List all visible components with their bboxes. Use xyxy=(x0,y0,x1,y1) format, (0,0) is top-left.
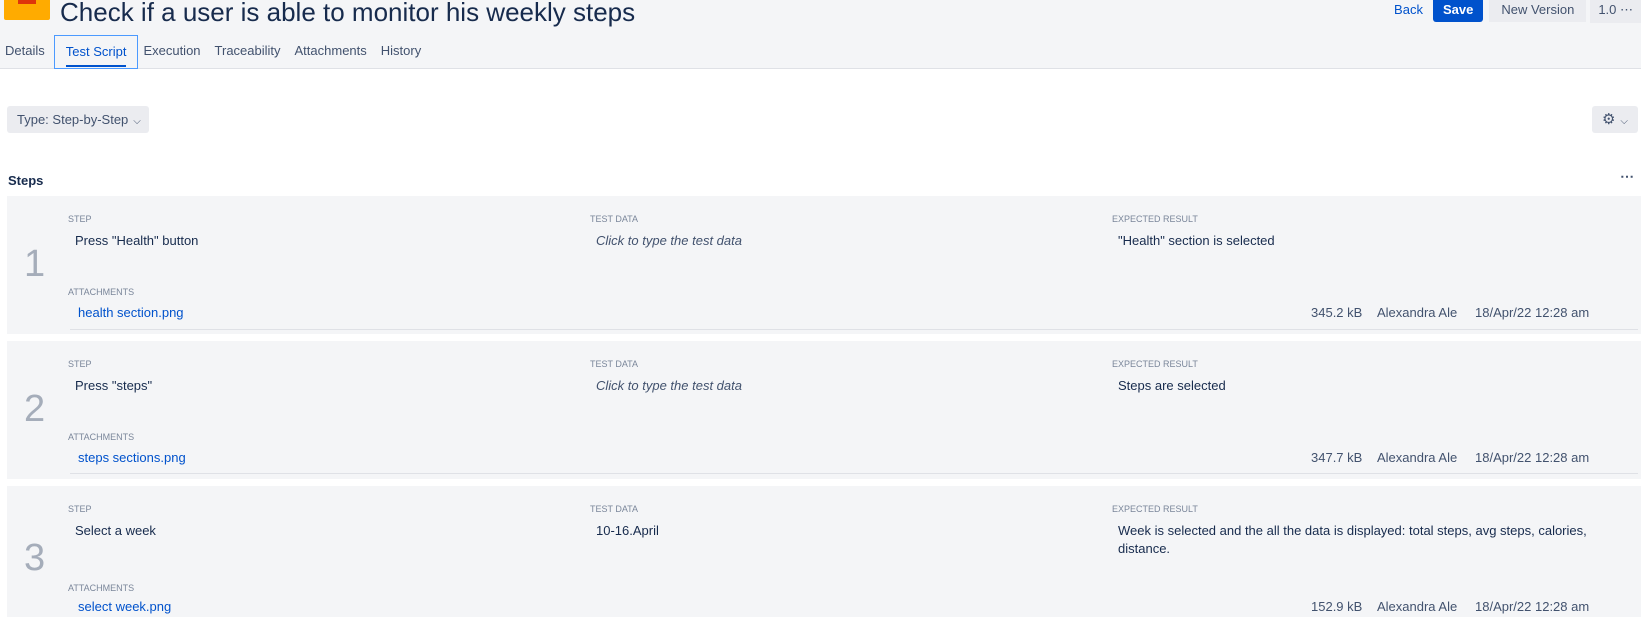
expected-result-column-label: EXPECTED RESULT xyxy=(1112,214,1198,224)
attachment-link[interactable]: steps sections.png xyxy=(78,450,186,465)
settings-dropdown[interactable]: ⚙ ⌵ xyxy=(1592,106,1638,133)
expected-result-column-label: EXPECTED RESULT xyxy=(1112,504,1198,514)
script-type-dropdown[interactable]: Type: Step-by-Step ⌵ xyxy=(7,106,149,133)
attachment-author: Alexandra Ale xyxy=(1377,599,1458,614)
step-column-label: STEP xyxy=(68,504,92,514)
step-text[interactable]: Select a week xyxy=(75,523,156,538)
tab-execution[interactable]: Execution xyxy=(138,35,209,68)
test-data-column-label: TEST DATA xyxy=(590,504,639,514)
expected-result-text-continued[interactable]: distance. xyxy=(1118,541,1170,556)
gear-icon: ⚙ xyxy=(1601,111,1616,128)
attachments-label: ATTACHMENTS xyxy=(68,287,135,297)
step-number: 1 xyxy=(24,243,46,285)
attachment-size: 345.2 kB xyxy=(1311,305,1363,320)
attachment-date: 18/Apr/22 12:28 am xyxy=(1475,305,1590,320)
back-button[interactable]: Back xyxy=(1388,0,1429,19)
script-type-label: Type: Step-by-Step xyxy=(17,112,129,127)
steps-heading: Steps xyxy=(8,173,44,188)
attachment-link[interactable]: select week.png xyxy=(78,599,171,614)
tab-label: Details xyxy=(5,43,45,58)
test-case-logo-icon xyxy=(4,0,50,20)
step-column-label: STEP xyxy=(68,359,92,369)
test-data-field[interactable]: Click to type the test data xyxy=(596,378,742,393)
attachment-divider xyxy=(70,329,1638,330)
tab-history[interactable]: History xyxy=(376,35,430,68)
test-data-field[interactable]: 10-16.April xyxy=(596,523,659,538)
test-data-column-label: TEST DATA xyxy=(590,359,639,369)
step-card-3: 3 STEP Select a week TEST DATA 10-16.Apr… xyxy=(7,486,1641,617)
page-title: Check if a user is able to monitor his w… xyxy=(60,0,636,27)
tab-test-script[interactable]: Test Script xyxy=(53,35,139,69)
version-menu-button[interactable]: 1.0 ⋯ xyxy=(1590,0,1641,23)
page-header: Check if a user is able to monitor his w… xyxy=(0,0,1641,69)
step-card-1: 1 STEP Press "Health" button TEST DATA C… xyxy=(7,196,1641,334)
top-actions: Back Save New Version 1.0 ⋯ xyxy=(1388,0,1641,24)
tab-traceability[interactable]: Traceability xyxy=(210,35,290,68)
steps-more-icon[interactable]: ⋯ xyxy=(1620,168,1635,185)
attachment-size: 152.9 kB xyxy=(1311,599,1363,614)
test-data-column-label: TEST DATA xyxy=(590,214,639,224)
step-text[interactable]: Press "Health" button xyxy=(75,233,198,248)
chevron-down-icon: ⌵ xyxy=(133,116,141,127)
attachment-author: Alexandra Ale xyxy=(1377,450,1458,465)
step-number: 2 xyxy=(24,388,46,430)
attachment-date: 18/Apr/22 12:28 am xyxy=(1475,450,1590,465)
attachments-label: ATTACHMENTS xyxy=(68,432,135,442)
attachment-date: 18/Apr/22 12:28 am xyxy=(1475,599,1590,614)
tab-label: Execution xyxy=(143,43,201,58)
attachments-label: ATTACHMENTS xyxy=(68,583,135,593)
test-data-field[interactable]: Click to type the test data xyxy=(596,233,742,248)
tab-label: Traceability xyxy=(214,43,281,58)
tab-label: Attachments xyxy=(294,43,367,58)
new-version-button[interactable]: New Version xyxy=(1489,0,1587,22)
tab-label: History xyxy=(380,43,422,58)
step-text[interactable]: Press "steps" xyxy=(75,378,152,393)
step-number: 3 xyxy=(24,537,46,579)
tab-label: Test Script xyxy=(65,44,127,67)
attachment-size: 347.7 kB xyxy=(1311,450,1363,465)
attachment-link[interactable]: health section.png xyxy=(78,305,184,320)
attachment-author: Alexandra Ale xyxy=(1377,305,1458,320)
step-column-label: STEP xyxy=(68,214,92,224)
step-card-2: 2 STEP Press "steps" TEST DATA Click to … xyxy=(7,341,1641,479)
tab-attachments[interactable]: Attachments xyxy=(290,35,376,68)
tab-details[interactable]: Details xyxy=(0,35,54,68)
expected-result-text[interactable]: "Health" section is selected xyxy=(1118,233,1275,248)
save-button[interactable]: Save xyxy=(1432,0,1484,22)
expected-result-text[interactable]: Week is selected and the all the data is… xyxy=(1118,523,1587,538)
tab-bar: Details Test Script Execution Traceabili… xyxy=(0,35,430,69)
expected-result-text[interactable]: Steps are selected xyxy=(1118,378,1226,393)
chevron-down-icon: ⌵ xyxy=(1620,116,1629,127)
expected-result-column-label: EXPECTED RESULT xyxy=(1112,359,1198,369)
attachment-divider xyxy=(70,473,1638,474)
